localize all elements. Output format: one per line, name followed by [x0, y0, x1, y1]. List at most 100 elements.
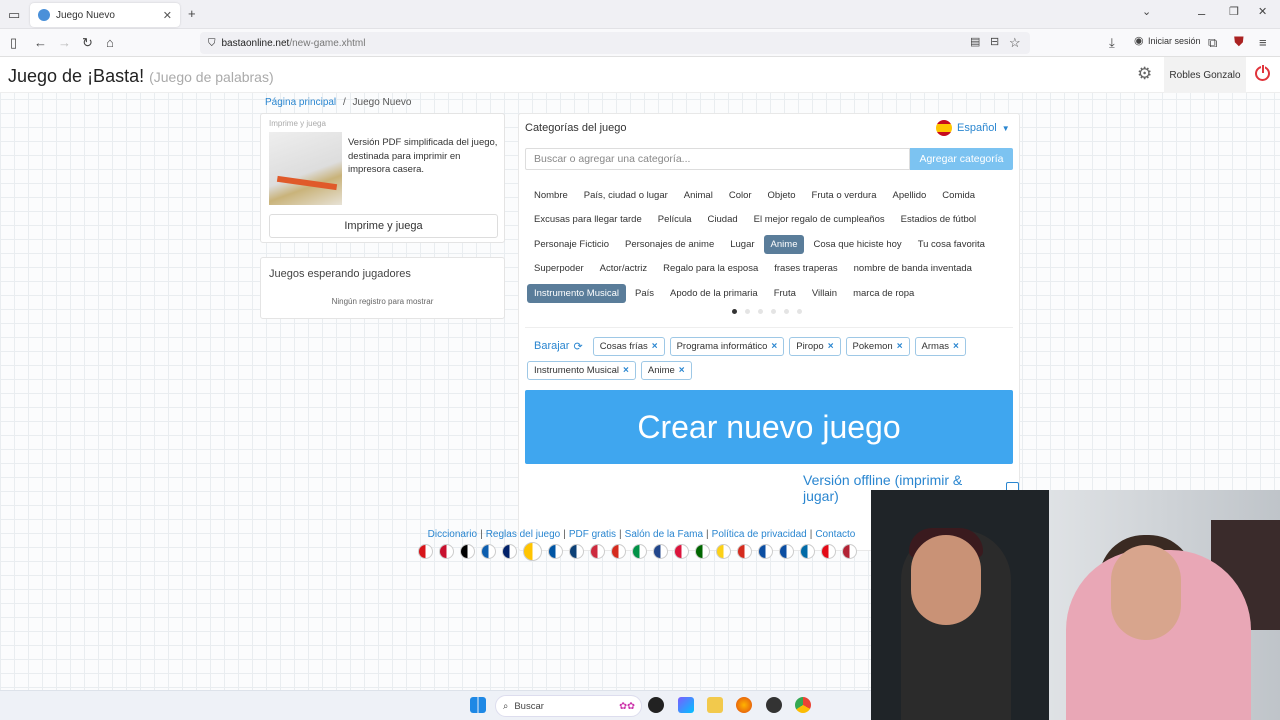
- back-icon[interactable]: ←: [34, 36, 47, 49]
- remove-tag-icon[interactable]: ×: [623, 365, 629, 376]
- category-chip[interactable]: Instrumento Musical: [527, 283, 627, 303]
- site-info-icon[interactable]: ⛉: [208, 38, 216, 49]
- add-category-button[interactable]: Agregar categoría: [910, 148, 1013, 170]
- remove-tag-icon[interactable]: ×: [652, 341, 658, 352]
- category-chip[interactable]: marca de ropa: [846, 284, 921, 303]
- chrome-icon[interactable]: [795, 697, 811, 713]
- language-flag-icon[interactable]: [481, 544, 496, 559]
- language-flag-icon[interactable]: [611, 544, 626, 559]
- forward-icon[interactable]: →: [58, 36, 71, 49]
- category-chip[interactable]: nombre de banda inventada: [847, 259, 979, 278]
- footer-link[interactable]: PDF gratis: [569, 529, 616, 540]
- category-chip[interactable]: País: [628, 284, 661, 303]
- tab-close-icon[interactable]: ✕: [163, 9, 172, 22]
- browser-tab[interactable]: Juego Nuevo ✕: [30, 3, 180, 27]
- language-flag-icon[interactable]: [800, 544, 815, 559]
- category-chip[interactable]: Estadios de fútbol: [894, 210, 984, 229]
- language-flag-icon[interactable]: [569, 544, 584, 559]
- category-chip[interactable]: Villain: [805, 284, 844, 303]
- category-chip[interactable]: Apodo de la primaria: [663, 284, 765, 303]
- tab-list-icon[interactable]: ▭: [8, 8, 20, 21]
- remove-tag-icon[interactable]: ×: [828, 341, 834, 352]
- footer-link[interactable]: Reglas del juego: [486, 529, 561, 540]
- category-chip[interactable]: Tu cosa favorita: [911, 235, 992, 254]
- category-chip[interactable]: País, ciudad o lugar: [577, 186, 675, 205]
- category-chip[interactable]: Lugar: [723, 235, 761, 254]
- home-icon[interactable]: ⌂: [106, 36, 114, 49]
- pager-dot[interactable]: [771, 309, 776, 314]
- minimize-icon[interactable]: –: [1198, 7, 1205, 20]
- print-thumbnail[interactable]: [269, 132, 342, 205]
- language-flag-icon[interactable]: [842, 544, 857, 559]
- category-chip[interactable]: Color: [722, 186, 759, 205]
- category-chip[interactable]: El mejor regalo de cumpleaños: [747, 210, 892, 229]
- breadcrumb-home[interactable]: Página principal: [265, 97, 336, 108]
- language-flag-icon[interactable]: [548, 544, 563, 559]
- maximize-icon[interactable]: ❐: [1229, 7, 1239, 18]
- language-flag-icon[interactable]: [439, 544, 454, 559]
- category-search-input[interactable]: [525, 148, 910, 170]
- language-flag-icon[interactable]: [632, 544, 647, 559]
- page-title[interactable]: Juego de ¡Basta! (Juego de palabras): [8, 66, 274, 87]
- category-chip[interactable]: Personaje Ficticio: [527, 235, 616, 254]
- account-icon[interactable]: ◉: [1134, 36, 1144, 47]
- category-chip[interactable]: Animal: [677, 186, 720, 205]
- category-chip[interactable]: Actor/actriz: [593, 259, 655, 278]
- pager-dot[interactable]: [758, 309, 763, 314]
- settings-gear-icon[interactable]: ⚙: [1137, 64, 1152, 84]
- language-selector[interactable]: Español ▼: [936, 120, 1010, 136]
- footer-link[interactable]: Política de privacidad: [712, 529, 807, 540]
- user-name[interactable]: Robles Gonzalo: [1164, 57, 1246, 93]
- start-windows-icon[interactable]: [470, 697, 486, 713]
- remove-tag-icon[interactable]: ×: [771, 341, 777, 352]
- pager-dot[interactable]: [784, 309, 789, 314]
- category-chip[interactable]: Cosa que hiciste hoy: [806, 235, 908, 254]
- language-flag-icon[interactable]: [460, 544, 475, 559]
- category-chip[interactable]: Comida: [935, 186, 982, 205]
- category-chip[interactable]: Regalo para la esposa: [656, 259, 765, 278]
- sidebar-toggle-icon[interactable]: ▯: [10, 36, 17, 49]
- new-tab-icon[interactable]: +: [188, 7, 196, 20]
- remove-tag-icon[interactable]: ×: [679, 365, 685, 376]
- language-flag-icon[interactable]: [418, 544, 433, 559]
- save-to-pocket-icon[interactable]: ⊟: [990, 37, 999, 48]
- footer-link[interactable]: Diccionario: [428, 529, 477, 540]
- category-chip[interactable]: Película: [651, 210, 699, 229]
- language-flag-icon[interactable]: [674, 544, 689, 559]
- language-flag-icon[interactable]: [523, 542, 542, 561]
- print-and-play-button[interactable]: Imprime y juega: [269, 214, 498, 238]
- logout-power-icon[interactable]: [1255, 64, 1270, 81]
- category-chip[interactable]: Fruta: [767, 284, 803, 303]
- language-flag-icon[interactable]: [821, 544, 836, 559]
- language-flag-icon[interactable]: [502, 544, 517, 559]
- language-flag-icon[interactable]: [695, 544, 710, 559]
- category-chip[interactable]: Fruta o verdura: [805, 186, 884, 205]
- remove-tag-icon[interactable]: ×: [897, 341, 903, 352]
- language-flag-icon[interactable]: [737, 544, 752, 559]
- category-chip[interactable]: Personajes de anime: [618, 235, 721, 254]
- language-flag-icon[interactable]: [653, 544, 668, 559]
- firefox-icon[interactable]: [736, 697, 752, 713]
- category-chip[interactable]: Apellido: [885, 186, 933, 205]
- category-chip[interactable]: Anime: [763, 234, 805, 254]
- copilot-icon[interactable]: [678, 697, 694, 713]
- address-bar[interactable]: ⛉ bastaonline.net/new-game.xhtml: [200, 32, 1030, 54]
- obs-icon[interactable]: [766, 697, 782, 713]
- taskbar-search[interactable]: ⌕ Buscar ✿✿: [495, 695, 642, 717]
- tab-overflow-icon[interactable]: ⌄: [1142, 7, 1151, 18]
- file-explorer-icon[interactable]: [707, 697, 723, 713]
- signin-link[interactable]: Iniciar sesión: [1148, 36, 1201, 46]
- reader-view-icon[interactable]: ▤: [970, 37, 980, 48]
- create-new-game-button[interactable]: Crear nuevo juego: [525, 390, 1013, 464]
- footer-link[interactable]: Salón de la Fama: [625, 529, 703, 540]
- pager-dot[interactable]: [745, 309, 750, 314]
- remove-tag-icon[interactable]: ×: [953, 341, 959, 352]
- language-flag-icon[interactable]: [716, 544, 731, 559]
- category-chip[interactable]: Objeto: [761, 186, 803, 205]
- downloads-icon[interactable]: ⤓: [1109, 36, 1115, 49]
- language-flag-icon[interactable]: [758, 544, 773, 559]
- language-flag-icon[interactable]: [779, 544, 794, 559]
- category-chip[interactable]: frases traperas: [767, 259, 844, 278]
- category-chip[interactable]: Superpoder: [527, 259, 591, 278]
- ublock-icon[interactable]: ⛊: [1234, 35, 1244, 48]
